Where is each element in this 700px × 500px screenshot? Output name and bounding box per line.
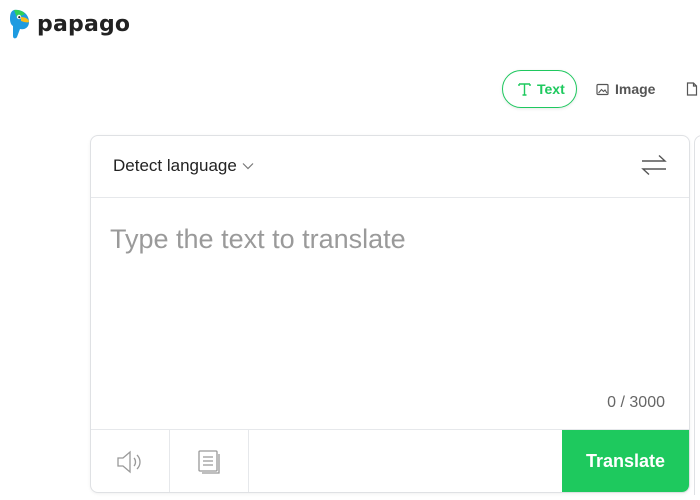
character-counter: 0 / 3000: [607, 394, 665, 411]
logo-wordmark: papago: [37, 11, 131, 37]
source-text-input[interactable]: [110, 224, 670, 394]
swap-arrows-icon[interactable]: [641, 154, 667, 176]
source-text-card: Detect language 0 / 3000: [90, 135, 690, 493]
papago-logo[interactable]: papago: [8, 8, 130, 40]
translate-button[interactable]: Translate: [562, 430, 689, 492]
parrot-logo-icon: [10, 9, 29, 39]
tab-image[interactable]: Image: [596, 70, 655, 108]
tab-text-label: Text: [537, 81, 565, 97]
tab-document[interactable]: [686, 70, 698, 108]
target-text-card: [694, 135, 700, 495]
source-language-label: Detect language: [113, 156, 237, 175]
card-footer: Translate: [91, 429, 689, 492]
speaker-icon: [117, 450, 141, 473]
listen-button[interactable]: [91, 430, 170, 492]
tab-image-label: Image: [615, 81, 656, 97]
input-area: 0 / 3000: [91, 198, 689, 431]
document-icon: [686, 82, 698, 96]
source-language-dropdown[interactable]: Detect language: [113, 156, 254, 176]
card-header: Detect language: [91, 136, 689, 198]
text-t-icon: [518, 83, 531, 96]
notes-button[interactable]: [170, 430, 249, 492]
tab-text[interactable]: Text: [502, 70, 577, 108]
image-icon: [596, 83, 609, 95]
notes-icon: [198, 449, 220, 474]
papago-page: papago Text Image Detect language Type t…: [0, 0, 700, 500]
chevron-down-icon: [242, 163, 254, 170]
